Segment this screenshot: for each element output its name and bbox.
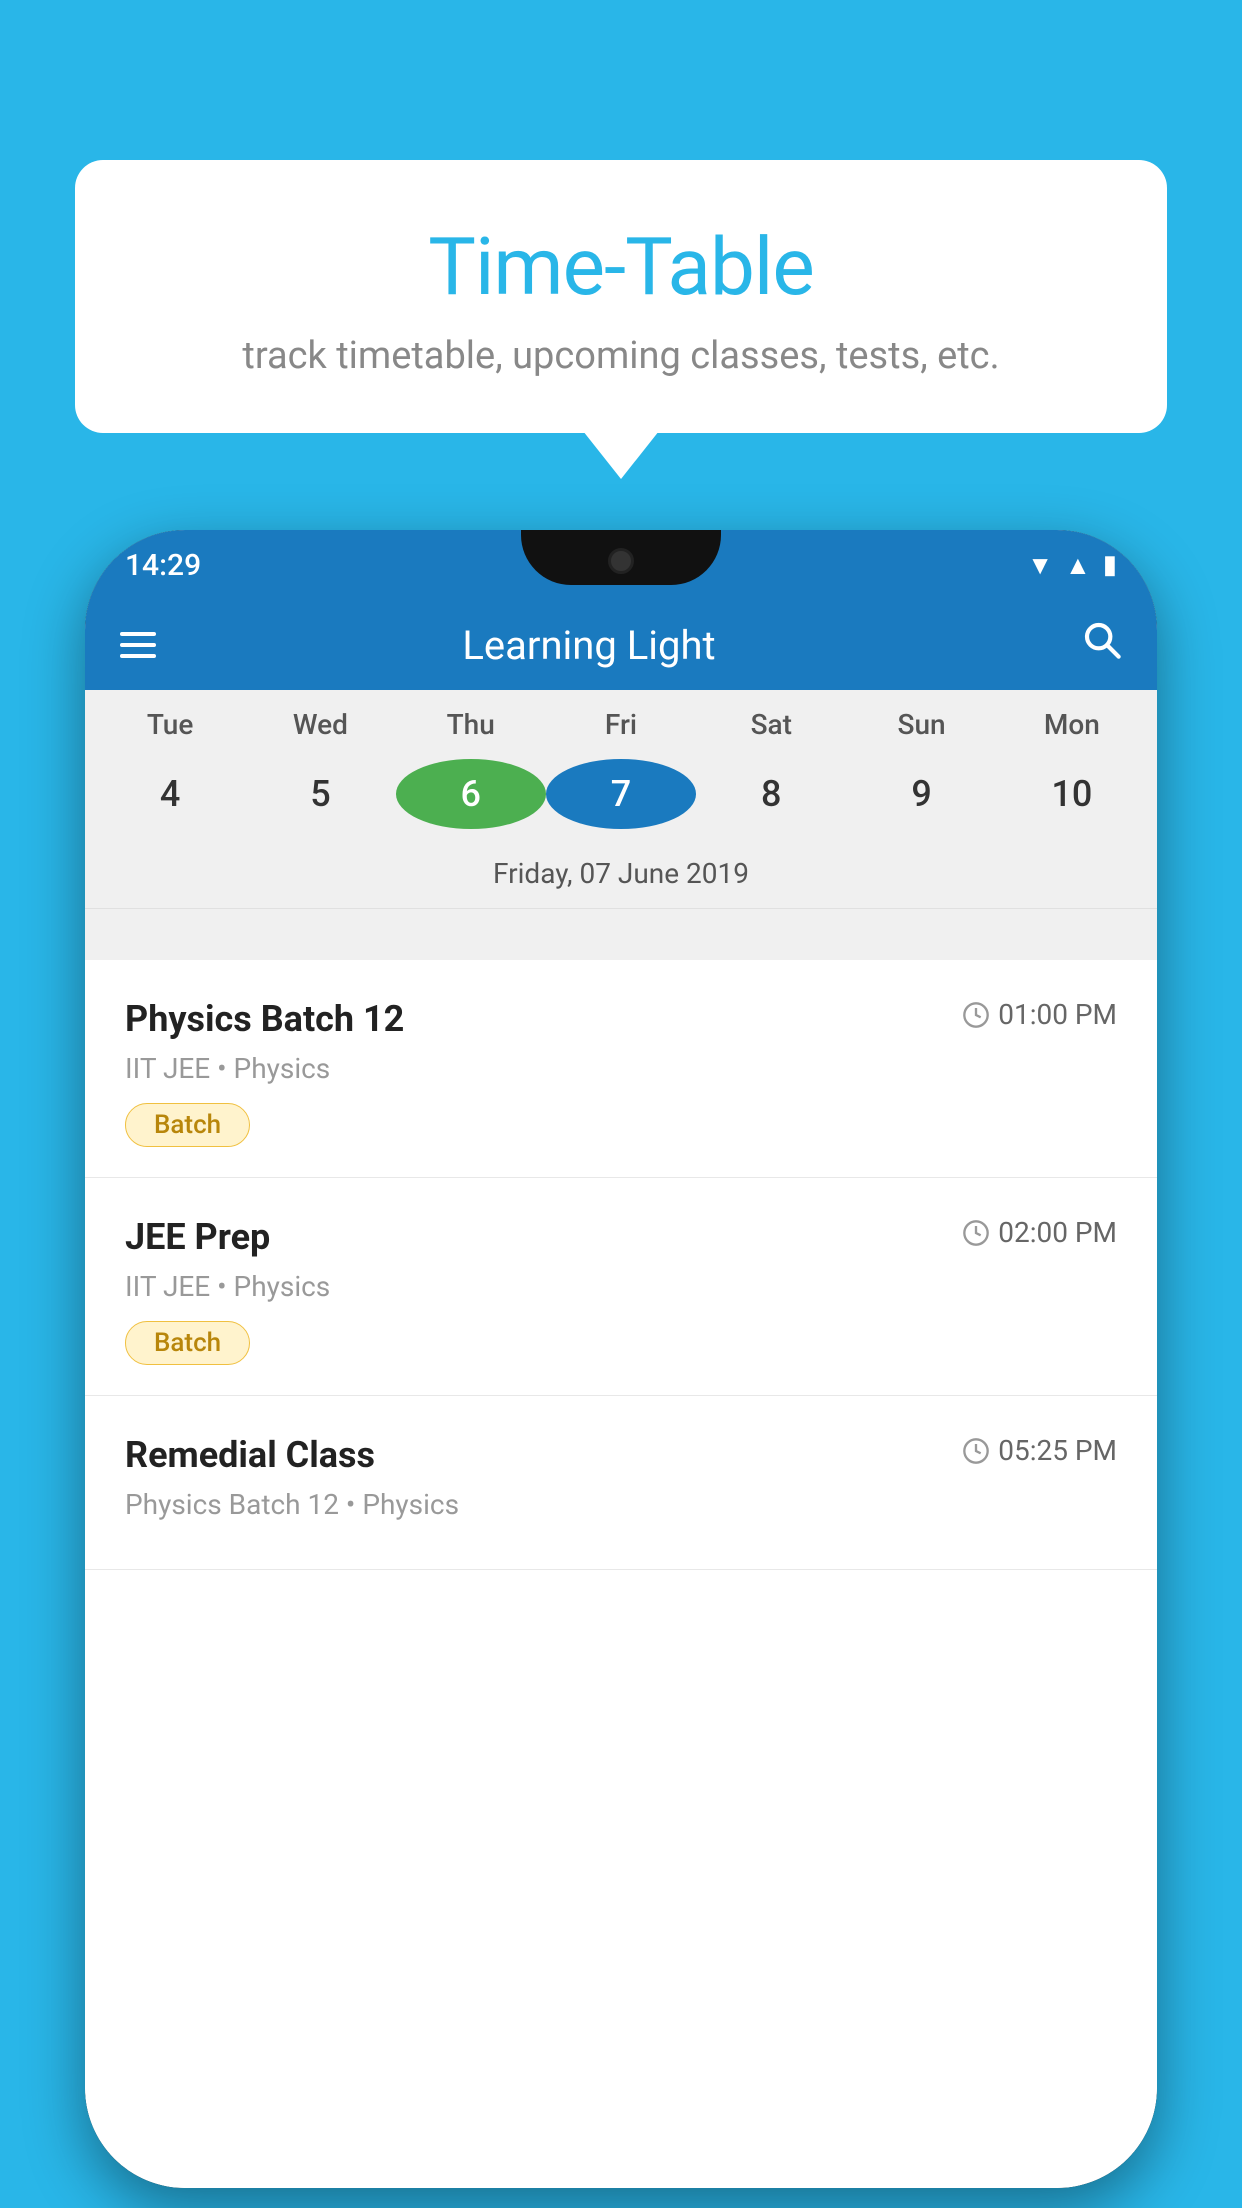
day-header-fri: Fri — [546, 708, 696, 741]
selected-date-label: Friday, 07 June 2019 — [85, 847, 1157, 909]
phone-notch — [521, 530, 721, 585]
schedule-item-2-time: 02:00 PM — [962, 1216, 1117, 1249]
tooltip-card: Time-Table track timetable, upcoming cla… — [75, 160, 1167, 433]
schedule-item-2-subtitle: IIT JEE • Physics — [125, 1270, 1117, 1303]
day-header-mon: Mon — [997, 708, 1147, 741]
calendar-section: Tue Wed Thu Fri Sat Sun Mon 4 5 6 7 8 9 … — [85, 690, 1157, 909]
app-bar: Learning Light — [85, 600, 1157, 690]
day-header-wed: Wed — [245, 708, 395, 741]
wifi-icon: ▼ — [1027, 550, 1053, 581]
schedule-item-1-time: 01:00 PM — [962, 998, 1117, 1031]
day-header-thu: Thu — [396, 708, 546, 741]
day-7-selected[interactable]: 7 — [546, 759, 696, 829]
status-icons: ▼ ▲ ▮ — [1027, 550, 1117, 581]
schedule-item-3-time: 05:25 PM — [962, 1434, 1117, 1467]
schedule-item-3-header: Remedial Class 05:25 PM — [125, 1434, 1117, 1476]
day-9[interactable]: 9 — [846, 759, 996, 829]
hamburger-menu-button[interactable] — [120, 632, 156, 658]
day-numbers: 4 5 6 7 8 9 10 — [85, 751, 1157, 847]
schedule-item-3-subtitle: Physics Batch 12 • Physics — [125, 1488, 1117, 1521]
schedule-item-2-header: JEE Prep 02:00 PM — [125, 1216, 1117, 1258]
phone-frame: 14:29 ▼ ▲ ▮ Learning Light Tue — [85, 530, 1157, 2188]
day-10[interactable]: 10 — [997, 759, 1147, 829]
signal-icon: ▲ — [1065, 550, 1091, 581]
schedule-item-2-title: JEE Prep — [125, 1216, 270, 1258]
tooltip-subtitle: track timetable, upcoming classes, tests… — [125, 334, 1117, 378]
day-headers: Tue Wed Thu Fri Sat Sun Mon — [85, 690, 1157, 751]
schedule-item-2-badge: Batch — [125, 1321, 250, 1365]
day-4[interactable]: 4 — [95, 759, 245, 829]
schedule-item-1[interactable]: Physics Batch 12 01:00 PM IIT JEE • Phys… — [85, 960, 1157, 1178]
schedule-list: Physics Batch 12 01:00 PM IIT JEE • Phys… — [85, 960, 1157, 2188]
search-button[interactable] — [1082, 620, 1122, 670]
day-6-today[interactable]: 6 — [396, 759, 546, 829]
day-header-tue: Tue — [95, 708, 245, 741]
schedule-item-2[interactable]: JEE Prep 02:00 PM IIT JEE • Physics Batc… — [85, 1178, 1157, 1396]
schedule-item-1-badge: Batch — [125, 1103, 250, 1147]
battery-icon: ▮ — [1103, 550, 1117, 580]
day-8[interactable]: 8 — [696, 759, 846, 829]
phone-camera — [608, 548, 634, 574]
tooltip-title: Time-Table — [125, 220, 1117, 314]
day-5[interactable]: 5 — [245, 759, 395, 829]
status-time: 14:29 — [125, 548, 201, 583]
schedule-item-1-subtitle: IIT JEE • Physics — [125, 1052, 1117, 1085]
schedule-item-3[interactable]: Remedial Class 05:25 PM Physics Batch 12… — [85, 1396, 1157, 1570]
schedule-item-1-header: Physics Batch 12 01:00 PM — [125, 998, 1117, 1040]
schedule-item-3-title: Remedial Class — [125, 1434, 375, 1476]
day-header-sun: Sun — [846, 708, 996, 741]
app-title: Learning Light — [186, 622, 1052, 669]
schedule-item-1-title: Physics Batch 12 — [125, 998, 404, 1040]
phone-screen: 14:29 ▼ ▲ ▮ Learning Light Tue — [85, 530, 1157, 2188]
day-header-sat: Sat — [696, 708, 846, 741]
